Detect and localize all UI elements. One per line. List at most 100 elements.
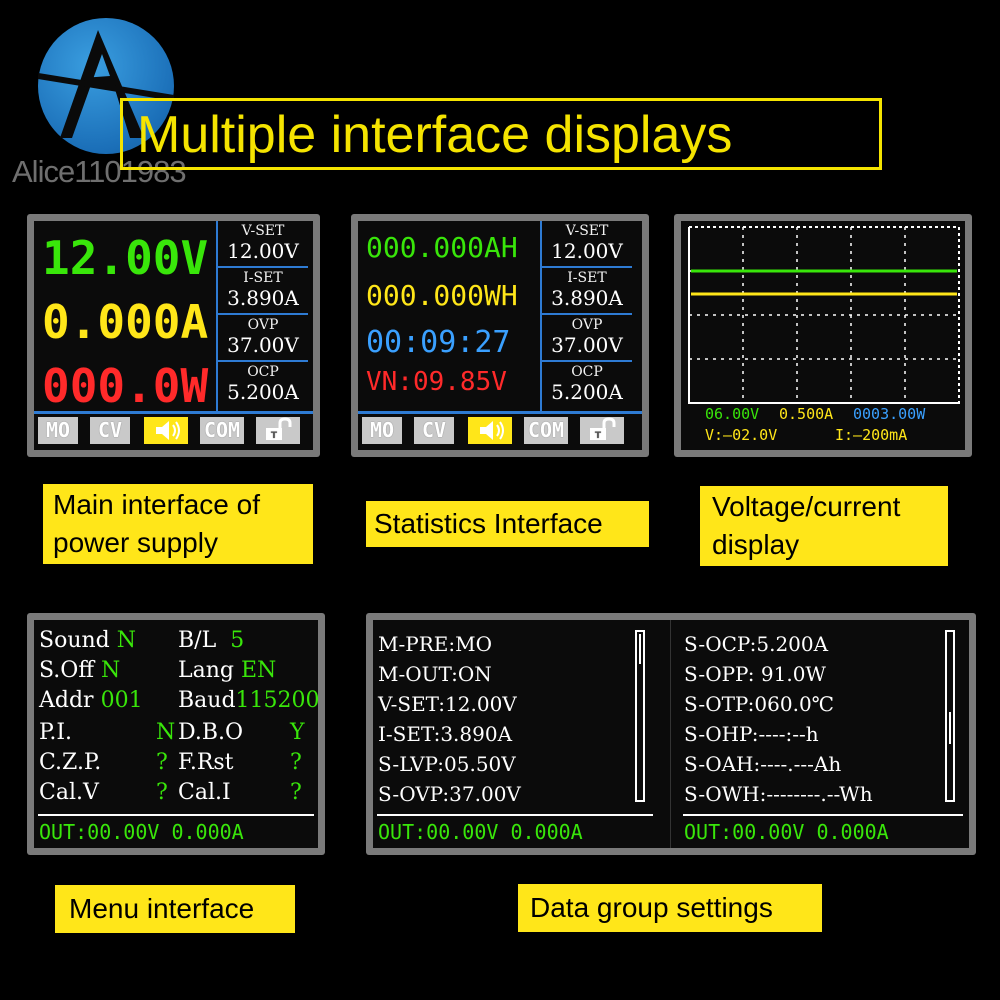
setting-sotp: S-OTP:060.0℃ [684, 692, 835, 716]
statistics-interface-screen: 000.000AH 000.000WH 00:09:27 VN:09.85V V… [358, 221, 642, 450]
scope-current-readout: 0.500A [779, 405, 834, 423]
data-group-page-2: S-OCP:5.200A S-OPP: 91.0W S-OTP:060.0℃ S… [679, 620, 969, 848]
output-status: OUT:00.00V 0.000A [684, 820, 889, 844]
menu-key: Cal.V [39, 780, 99, 805]
status-bar: MO CV COM T [34, 411, 313, 450]
caption-statistics-interface: Statistics Interface [366, 501, 649, 547]
caption-scope-interface: Voltage/current display [700, 486, 948, 566]
settings-column: V-SET 12.00V I-SET 3.890A OVP 37.00V OCP 5.2… [216, 221, 308, 411]
ovp-label: OVP [571, 317, 603, 333]
vset-label: V-SET [565, 223, 609, 239]
caption-main-interface: Main interface of power supply [43, 484, 313, 564]
speaker-icon [156, 421, 180, 440]
watt-hours: 000.000WH [366, 279, 518, 312]
lock-button[interactable]: T [256, 417, 300, 444]
input-voltage: VN:09.85V [366, 367, 507, 397]
menu-key: Lang [178, 658, 234, 683]
ovp-cell: OVP 37.00V [218, 315, 308, 362]
setting-iset: I-SET:3.890A [378, 722, 513, 746]
setting-sovp: S-OVP:37.00V [378, 782, 521, 806]
menu-row-calv: Cal.V [39, 780, 99, 805]
menu-screen: Sound N B/L 5 S.Off N Lang EN Addr 001 B… [34, 620, 318, 848]
ocp-value: 5.200A [551, 380, 623, 404]
menu-row-cali: Cal.I [178, 780, 231, 805]
com-button[interactable]: COM [524, 417, 568, 444]
iset-label: I-SET [243, 270, 283, 286]
speaker-icon [480, 421, 504, 440]
data-group-page-1: M-PRE:MO M-OUT:ON V-SET:12.00V I-SET:3.8… [373, 620, 661, 848]
sound-button[interactable] [468, 417, 512, 444]
menu-key: S.Off [39, 658, 94, 683]
menu-value: 5 [230, 628, 245, 653]
menu-key: Cal.I [178, 780, 231, 805]
menu-row-pi: P.I. [39, 720, 72, 745]
caption-menu-interface: Menu interface [55, 885, 295, 933]
status-bar: MO CV COM T [358, 411, 642, 450]
com-button[interactable]: COM [200, 417, 244, 444]
setting-mpre: M-PRE:MO [378, 632, 492, 656]
menu-value: N [116, 628, 136, 653]
output-power: 000.0W [42, 359, 209, 413]
unlock-icon: T [266, 417, 292, 441]
ocp-label: OCP [571, 364, 603, 380]
svg-text:T: T [595, 431, 602, 441]
ocp-cell: OCP 5.200A [542, 362, 632, 409]
menu-row-dbo: D.B.O [178, 720, 243, 745]
sound-button[interactable] [144, 417, 188, 444]
menu-value: 001 [100, 688, 143, 713]
scrollbar-thumb[interactable] [949, 712, 951, 744]
vset-cell: V-SET 12.00V [542, 221, 632, 268]
cv-button[interactable]: CV [90, 417, 130, 444]
lock-button[interactable]: T [580, 417, 624, 444]
mode-button[interactable]: MO [362, 417, 402, 444]
menu-row-backlight: B/L 5 [178, 628, 244, 653]
menu-row-lang: Lang EN [178, 658, 276, 683]
menu-key: C.Z.P. [39, 750, 102, 775]
caption-data-group: Data group settings [518, 884, 822, 932]
output-status: OUT:00.00V 0.000A [39, 820, 244, 844]
amp-hours: 000.000AH [366, 231, 518, 264]
scrollbar[interactable] [945, 630, 955, 802]
menu-key: Addr [39, 688, 94, 713]
menu-row-soff: S.Off N [39, 658, 120, 683]
scope-current-scale: I:—200mA [835, 426, 908, 444]
setting-soah: S-OAH:----.---Ah [684, 752, 842, 776]
ocp-cell: OCP 5.200A [218, 362, 308, 409]
output-current: 0.000A [42, 295, 209, 349]
setting-sohp: S-OHP:----:--h [684, 722, 819, 746]
main-interface-screen: 12.00V 0.000A 000.0W V-SET 12.00V I-SET 3.… [34, 221, 313, 450]
mode-button[interactable]: MO [38, 417, 78, 444]
settings-column: V-SET 12.00V I-SET 3.890A OVP 37.00V OCP 5.2… [540, 221, 632, 411]
setting-sowh: S-OWH:--------.--Wh [684, 782, 873, 806]
elapsed-time: 00:09:27 [366, 325, 511, 360]
scrollbar-thumb[interactable] [639, 634, 641, 664]
main-interface-panel: 12.00V 0.000A 000.0W V-SET 12.00V I-SET 3.… [27, 214, 320, 457]
scope-screen: 06.00V 0.500A 0003.00W V:—02.0V I:—200mA [681, 221, 965, 450]
menu-value: EN [240, 658, 277, 683]
menu-value-frst: ? [290, 750, 302, 775]
menu-value-pi: N [156, 720, 176, 745]
divider [38, 814, 314, 816]
setting-mout: M-OUT:ON [378, 662, 492, 686]
menu-interface-panel: Sound N B/L 5 S.Off N Lang EN Addr 001 B… [27, 613, 325, 855]
scrollbar[interactable] [635, 630, 645, 802]
data-group-panel: M-PRE:MO M-OUT:ON V-SET:12.00V I-SET:3.8… [366, 613, 976, 855]
scope-voltage-readout: 06.00V [705, 405, 760, 423]
menu-value-czp: ? [156, 750, 168, 775]
menu-row-baud: Baud115200 [178, 688, 318, 713]
output-status: OUT:00.00V 0.000A [378, 820, 583, 844]
unlock-icon: T [590, 417, 616, 441]
menu-row-czp: C.Z.P. [39, 750, 101, 775]
iset-cell: I-SET 3.890A [218, 268, 308, 315]
iset-value: 3.890A [227, 286, 299, 310]
iset-label: I-SET [567, 270, 607, 286]
vset-value: 12.00V [227, 239, 299, 263]
cv-button[interactable]: CV [414, 417, 454, 444]
scope-interface-panel: 06.00V 0.500A 0003.00W V:—02.0V I:—200mA [674, 214, 972, 457]
menu-value-dbo: Y [290, 720, 305, 745]
menu-key: P.I. [39, 720, 73, 745]
vset-value: 12.00V [551, 239, 623, 263]
scope-power-readout: 0003.00W [853, 405, 926, 423]
menu-value-calv: ? [156, 780, 168, 805]
title-frame: Multiple interface displays [120, 98, 882, 170]
